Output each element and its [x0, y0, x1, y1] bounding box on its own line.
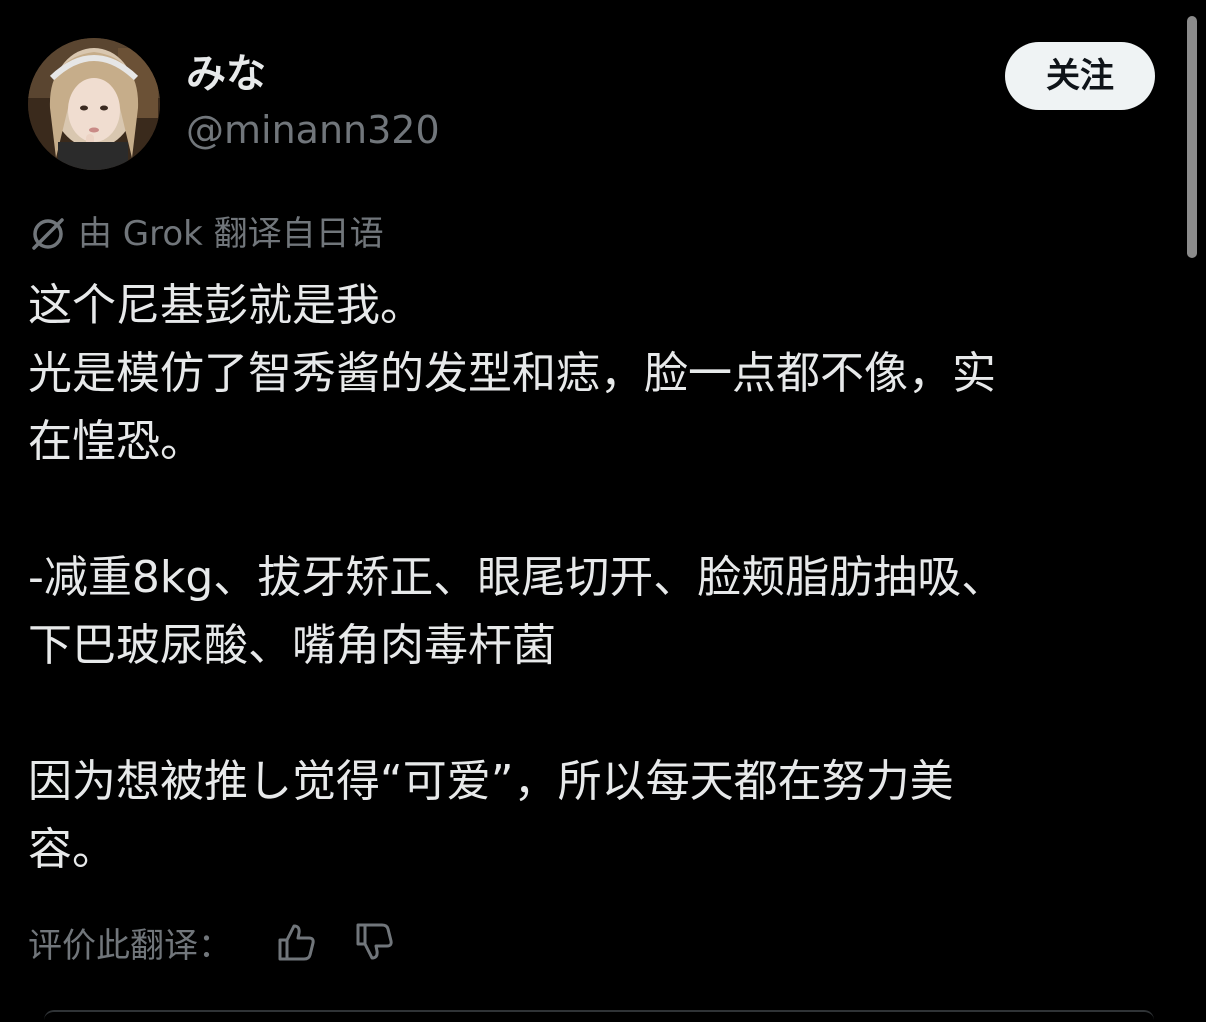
tweet-line: 容。	[28, 824, 116, 875]
display-name[interactable]: みな	[186, 50, 266, 98]
tweet-line: 光是模仿了智秀酱的发型和痣，脸一点都不像，实	[28, 348, 996, 399]
tweet-line: 在惶恐。	[28, 416, 204, 467]
tweet-line: 这个尼基彭就是我。	[28, 280, 424, 331]
grok-icon	[32, 218, 64, 250]
next-card-edge	[44, 1010, 1154, 1022]
translation-note-text: 由 Grok 翻译自日语	[78, 214, 384, 254]
tweet-line: 因为想被推し觉得“可爱”，所以每天都在努力美	[28, 756, 954, 807]
avatar[interactable]	[28, 38, 160, 170]
scrollbar[interactable]	[1187, 16, 1197, 258]
tweet-text: 这个尼基彭就是我。 光是模仿了智秀酱的发型和痣，脸一点都不像，实 在惶恐。 -减…	[28, 272, 1178, 884]
thumbs-up-icon[interactable]	[274, 920, 318, 964]
translation-note: 由 Grok 翻译自日语	[28, 210, 384, 258]
user-handle[interactable]: @minann320	[186, 106, 440, 154]
thumbs-down-icon[interactable]	[352, 920, 396, 964]
tweet-line: 下巴玻尿酸、嘴角肉毒杆菌	[28, 620, 556, 671]
rate-translation-label: 评价此翻译：	[28, 925, 232, 966]
tweet-line: -减重8kg、拔牙矫正、眼尾切开、脸颊脂肪抽吸、	[28, 552, 1006, 603]
rate-translation-row: 评价此翻译：	[28, 912, 396, 972]
follow-button[interactable]: 关注	[1005, 42, 1155, 110]
